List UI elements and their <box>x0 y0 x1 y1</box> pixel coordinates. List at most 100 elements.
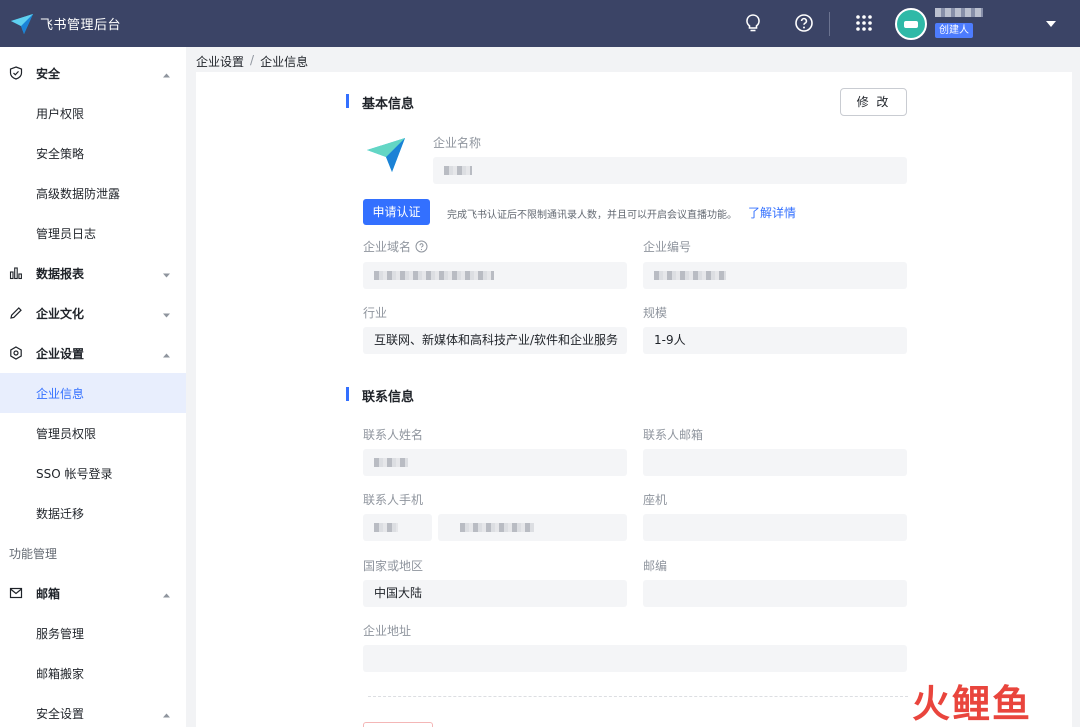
sidebar-item-11[interactable]: 数据迁移 <box>0 493 186 533</box>
sidebar-item-label: 用户权限 <box>36 106 85 121</box>
sidebar-item-10[interactable]: SSO 帐号登录 <box>0 453 186 493</box>
industry-label: 行业 <box>363 306 388 320</box>
sidebar: 安全用户权限安全策略高级数据防泄露 管理员日志数据报表企业文化企业设置企业信息管理… <box>0 47 186 727</box>
sidebar-item-label: 数据报表 <box>36 266 85 281</box>
sidebar-item-label: 安全 <box>36 66 61 81</box>
app-grid-icon[interactable] <box>852 11 876 35</box>
sidebar-item-label: 服务管理 <box>36 626 85 641</box>
sidebar-item-3[interactable]: 高级数据防泄露 <box>0 173 186 213</box>
sidebar-item-9[interactable]: 管理员权限 <box>0 413 186 453</box>
sidebar-item-16[interactable]: 安全设置 <box>0 693 186 727</box>
sidebar-item-label: 邮箱 <box>36 586 61 601</box>
scale-field: 1-9人 <box>643 327 907 354</box>
apply-certification-button[interactable]: 申请认证 <box>363 199 430 225</box>
sidebar-section-label: 功能管理 <box>0 533 186 573</box>
user-name-redacted <box>935 8 983 17</box>
company-logo-icon <box>367 138 405 172</box>
contact-name-field <box>363 449 627 476</box>
sidebar-item-label: SSO 帐号登录 <box>36 466 113 481</box>
industry-field: 互联网、新媒体和高科技产业/软件和企业服务 <box>363 327 627 354</box>
chevron-up-icon[interactable] <box>162 349 171 358</box>
company-name-field <box>433 157 907 184</box>
sidebar-item-label: 企业文化 <box>36 306 85 321</box>
contact-email-label: 联系人邮箱 <box>643 428 704 442</box>
sidebar-item-5[interactable]: 数据报表 <box>0 253 186 293</box>
help-circle-icon[interactable] <box>415 240 428 253</box>
sidebar-item-2[interactable]: 安全策略 <box>0 133 186 173</box>
help-icon[interactable] <box>792 11 816 35</box>
zip-field <box>643 580 907 607</box>
region-field: 中国大陆 <box>363 580 627 607</box>
domain-field <box>363 262 627 289</box>
sidebar-item-1[interactable]: 用户权限 <box>0 93 186 133</box>
address-field <box>363 645 907 672</box>
sidebar-item-4[interactable]: 管理员日志 <box>0 213 186 253</box>
sidebar-item-label: 安全策略 <box>36 146 85 161</box>
zip-label: 邮编 <box>643 559 668 573</box>
edit-button[interactable]: 修 改 <box>840 88 907 116</box>
app-title: 飞书管理后台 <box>40 18 122 33</box>
breadcrumb-parent[interactable]: 企业设置 <box>196 53 244 70</box>
contact-info-title: 联系信息 <box>346 386 414 405</box>
topbar-divider <box>829 12 830 36</box>
sidebar-item-label: 高级数据防泄露 <box>36 186 121 201</box>
sidebar-item-14[interactable]: 服务管理 <box>0 613 186 653</box>
chevron-up-icon[interactable] <box>162 69 171 78</box>
mobile-number-field <box>438 514 627 541</box>
company-name-label: 企业名称 <box>433 136 482 150</box>
breadcrumb-separator: / <box>250 53 255 67</box>
sidebar-item-label: 数据迁移 <box>36 506 85 521</box>
contact-email-field <box>643 449 907 476</box>
contact-name-label: 联系人姓名 <box>363 428 424 442</box>
settings-hex-icon <box>9 346 23 360</box>
avatar[interactable] <box>895 8 927 40</box>
watermark-logo: 火鲤鱼 <box>912 684 1032 724</box>
sidebar-item-label: 功能管理 <box>9 546 58 561</box>
pencil-icon <box>9 306 23 320</box>
company-id-field <box>643 262 907 289</box>
certification-tip: 完成飞书认证后不限制通讯录人数，并且可以开启会议直播功能。 <box>447 210 737 221</box>
chevron-up-icon[interactable] <box>162 709 171 718</box>
sidebar-item-label: 管理员权限 <box>36 426 97 441</box>
sidebar-item-6[interactable]: 企业文化 <box>0 293 186 333</box>
sidebar-item-label: 邮箱搬家 <box>36 666 85 681</box>
breadcrumb: 企业设置 / 企业信息 <box>196 53 308 70</box>
company-id-label: 企业编号 <box>643 240 692 254</box>
sidebar-item-label: 安全设置 <box>36 706 85 721</box>
shield-icon <box>9 66 23 80</box>
sidebar-item-label: 企业设置 <box>36 346 85 361</box>
sidebar-item-13[interactable]: 邮箱 <box>0 573 186 613</box>
learn-more-link[interactable]: 了解详情 <box>748 204 796 221</box>
chevron-up-icon[interactable] <box>162 589 171 598</box>
landline-label: 座机 <box>643 493 668 507</box>
bar-chart-icon <box>9 266 23 280</box>
address-label: 企业地址 <box>363 624 412 638</box>
sidebar-item-label: 企业信息 <box>36 386 85 401</box>
sidebar-item-7[interactable]: 企业设置 <box>0 333 186 373</box>
lightbulb-icon[interactable] <box>741 11 765 35</box>
basic-info-title: 基本信息 <box>346 93 414 112</box>
bottom-action-button[interactable] <box>363 722 433 727</box>
domain-label: 企业域名 <box>363 240 412 254</box>
contact-mobile-label: 联系人手机 <box>363 493 424 507</box>
chevron-down-icon[interactable] <box>162 309 171 318</box>
main-panel: 基本信息 修 改 企业名称 申请认证 完成飞书认证后不限制通讯录人数，并且可以开… <box>196 72 1072 727</box>
sidebar-item-0[interactable]: 安全 <box>0 53 186 93</box>
domain-label-wrap: 企业域名 <box>363 238 428 255</box>
scale-label: 规模 <box>643 306 668 320</box>
feishu-logo-icon <box>11 13 33 34</box>
sidebar-item-8[interactable]: 企业信息 <box>0 373 186 413</box>
region-label: 国家或地区 <box>363 559 424 573</box>
watermark-text: 火鲤鱼 <box>912 682 1033 726</box>
breadcrumb-current: 企业信息 <box>260 55 309 69</box>
chevron-down-icon[interactable] <box>162 269 171 278</box>
sidebar-item-15[interactable]: 邮箱搬家 <box>0 653 186 693</box>
brand[interactable]: 飞书管理后台 <box>0 13 121 35</box>
company-logo <box>364 132 412 180</box>
mail-icon <box>9 586 23 600</box>
landline-field <box>643 514 907 541</box>
section-divider <box>368 696 908 697</box>
sidebar-item-label: 管理员日志 <box>36 226 97 241</box>
mobile-country-code-field <box>363 514 432 541</box>
user-menu-caret-icon[interactable] <box>1045 18 1057 32</box>
